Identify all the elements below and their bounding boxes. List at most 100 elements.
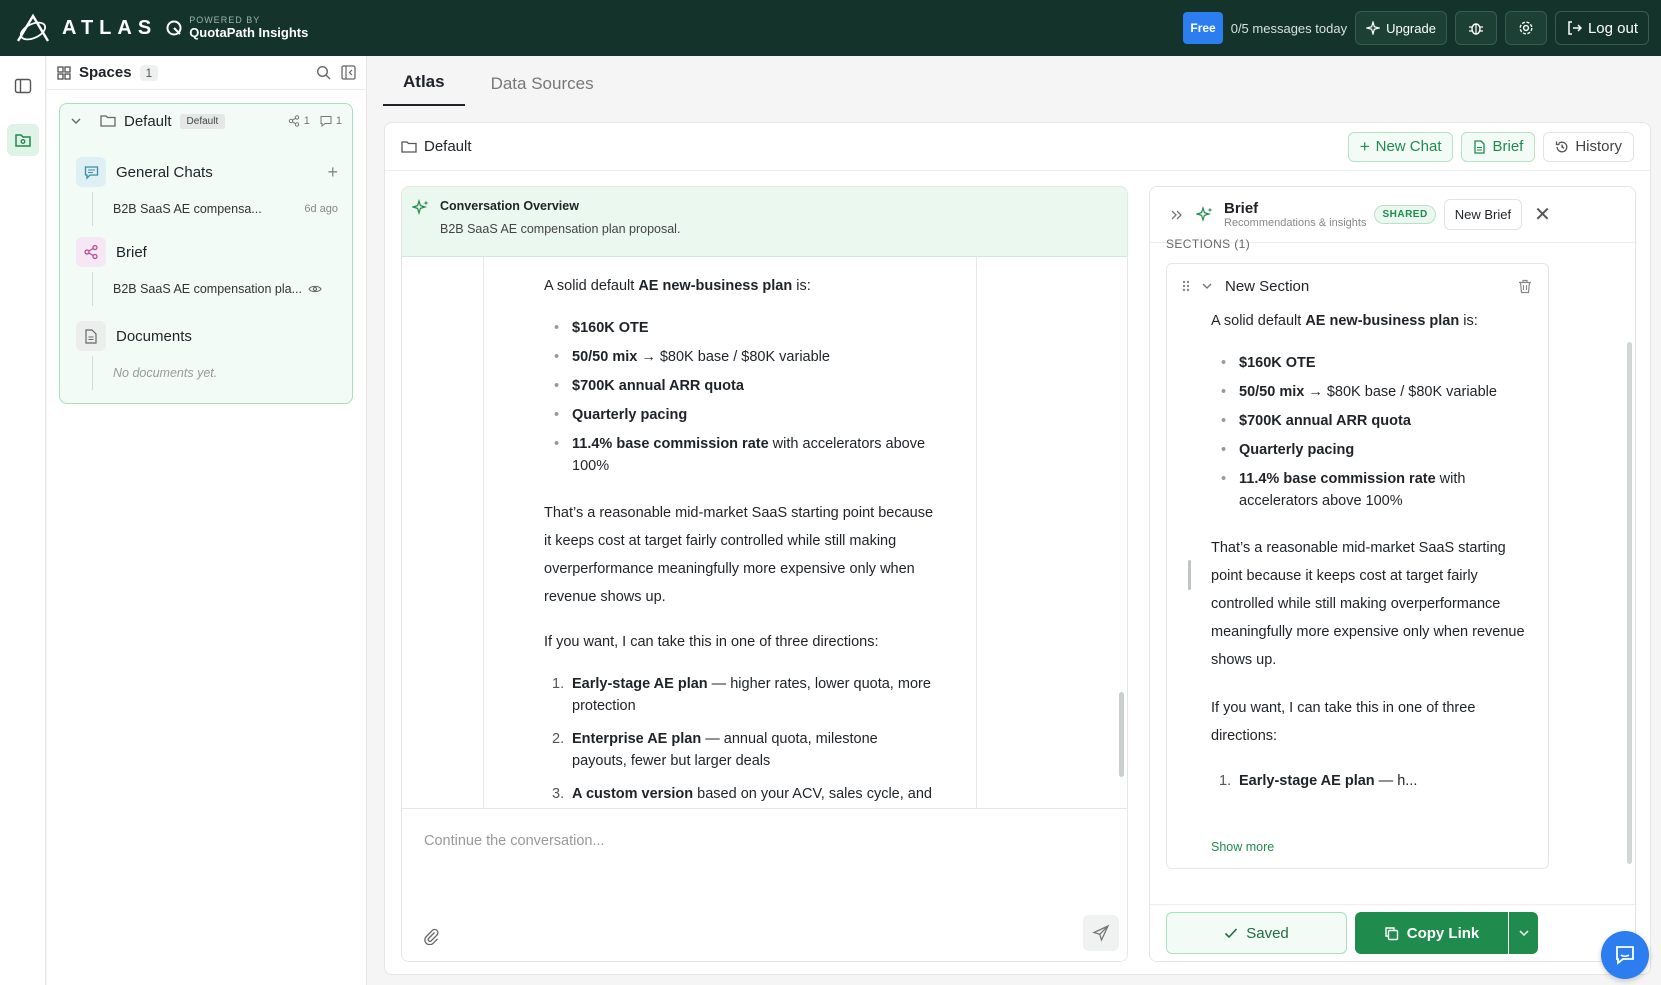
documents-header[interactable]: Documents xyxy=(76,316,338,356)
shared-badge: SHARED xyxy=(1374,205,1436,224)
message-list[interactable]: A solid default AE new-business plan is:… xyxy=(402,257,1127,808)
settings-button[interactable] xyxy=(1504,11,1547,45)
space-name: Default xyxy=(124,112,172,130)
folder-icon xyxy=(15,134,31,147)
top-bar: ATLAS POWERED BY QuotaPath Insights Free… xyxy=(0,0,1661,56)
chevron-down-icon[interactable] xyxy=(1201,280,1213,292)
plus-icon: + xyxy=(1359,136,1370,156)
folder-open-icon xyxy=(100,115,116,127)
send-button[interactable] xyxy=(1083,915,1119,951)
list-item: $160K OTE xyxy=(544,317,936,339)
share-count: 1 xyxy=(303,115,310,127)
spaces-sidebar: Spaces 1 Default Default 1 1 General Cha… xyxy=(47,56,367,985)
expand-icon[interactable] xyxy=(1170,208,1184,222)
conversation-overview: Conversation Overview B2B SaaS AE compen… xyxy=(402,187,1127,257)
atlas-logo[interactable]: ATLAS xyxy=(14,13,157,43)
space-header[interactable]: Default Default 1 1 xyxy=(60,104,352,138)
plan-badge: Free xyxy=(1183,12,1223,44)
section-content: A solid default AE new-business plan is:… xyxy=(1211,310,1528,792)
add-chat-icon[interactable]: + xyxy=(327,162,338,183)
chat-scrollbar[interactable] xyxy=(1119,692,1124,777)
list-item: 1. Early-stage AE plan — higher rates, lo… xyxy=(552,676,931,714)
copy-link-button[interactable]: Copy Link xyxy=(1355,912,1508,954)
chat-pane: Conversation Overview B2B SaaS AE compen… xyxy=(401,186,1128,962)
history-icon xyxy=(1556,141,1568,152)
list-item: $700K annual ARR quota xyxy=(1211,410,1528,432)
spaces-title: Spaces xyxy=(79,64,132,81)
message-count: 0/5 messages today xyxy=(1230,20,1348,36)
upgrade-button[interactable]: Upgrade xyxy=(1355,11,1447,45)
document-icon xyxy=(1474,139,1486,154)
main-area: Atlas Data Sources Default + New Chat Br… xyxy=(367,56,1661,985)
section-reason: That’s a reasonable mid-market SaaS star… xyxy=(1211,540,1525,668)
copy-options-dropdown[interactable] xyxy=(1509,912,1538,954)
saved-button[interactable]: Saved xyxy=(1166,912,1347,954)
composer: Continue the conversation... xyxy=(402,808,1127,961)
pane-resize-handle[interactable] xyxy=(1188,560,1191,590)
section-intro: A solid default AE new-business plan is: xyxy=(1211,313,1478,329)
directions-intro: If you want, I can take this in one of t… xyxy=(544,634,879,650)
bug-report-button[interactable] xyxy=(1454,11,1497,45)
list-item: 1. Early-stage AE plan — h... xyxy=(1219,773,1418,789)
grid-icon xyxy=(57,65,71,80)
comment-icon xyxy=(320,116,332,127)
brief-subtitle: Recommendations & insights xyxy=(1224,216,1367,229)
close-icon[interactable]: ✕ xyxy=(1534,202,1551,227)
section-bullets: $160K OTE 50/50 mix → $80K base / $80K v… xyxy=(1211,352,1528,512)
new-brief-button[interactable]: New Brief xyxy=(1443,199,1523,230)
message-input[interactable]: Continue the conversation... xyxy=(424,833,605,849)
check-icon xyxy=(1225,928,1238,939)
brief-scrollbar[interactable] xyxy=(1627,342,1632,864)
paperclip-icon[interactable] xyxy=(422,927,440,945)
overview-title: Conversation Overview xyxy=(440,199,579,213)
chat-count: 1 xyxy=(335,115,342,127)
space-card-default: Default Default 1 1 General Chats + B2B … xyxy=(59,103,353,404)
list-item: 2. Enterprise AE plan — annual quota, mil… xyxy=(552,731,878,769)
brief-footer: Saved Copy Link xyxy=(1150,904,1635,961)
section-name[interactable]: New Section xyxy=(1225,278,1309,295)
brief-button[interactable]: Brief xyxy=(1461,131,1536,162)
bug-icon xyxy=(1468,23,1483,35)
support-chat-button[interactable] xyxy=(1601,931,1649,979)
chevron-down-icon xyxy=(1518,930,1529,937)
list-item: 11.4% base commission rate with accelera… xyxy=(1211,468,1528,512)
collapse-panel-icon[interactable] xyxy=(341,65,356,80)
message-intro: A solid default AE new-business plan is: xyxy=(544,278,811,294)
chat-age: 6d ago xyxy=(304,203,338,215)
logout-button[interactable]: Log out xyxy=(1554,11,1649,45)
brand-name: QuotaPath Insights xyxy=(189,24,309,40)
list-item: 11.4% base commission rate with accelera… xyxy=(544,433,936,477)
documents-label: Documents xyxy=(116,327,192,345)
gear-icon xyxy=(1519,21,1533,35)
panel-title: Default xyxy=(424,138,472,155)
spaces-nav-button[interactable] xyxy=(7,124,39,156)
trash-icon[interactable] xyxy=(1518,279,1532,294)
tab-data-sources[interactable]: Data Sources xyxy=(471,74,614,106)
drag-handle-icon[interactable] xyxy=(1181,279,1191,293)
documents-empty: No documents yet. xyxy=(92,356,338,390)
directions-list: 1. Early-stage AE plan — higher rates, lo… xyxy=(544,673,936,808)
toggle-sidebar-button[interactable] xyxy=(7,70,39,102)
brief-list-item[interactable]: B2B SaaS AE compensation pla... xyxy=(92,272,338,306)
list-item: 3. A custom version based on your ACV, sa… xyxy=(552,786,933,802)
chat-icon xyxy=(76,157,106,187)
chat-list-item[interactable]: B2B SaaS AE compensa... 6d ago xyxy=(92,192,338,226)
search-icon[interactable] xyxy=(316,65,331,80)
chevron-down-icon[interactable] xyxy=(70,115,82,127)
atlas-logo-icon xyxy=(16,13,50,42)
spaces-count: 1 xyxy=(139,64,159,81)
list-item: 50/50 mix → $80K base / $80K variable xyxy=(544,346,936,368)
sparkles-icon xyxy=(412,199,429,216)
share-nodes-icon xyxy=(76,237,106,267)
history-button[interactable]: History xyxy=(1543,131,1634,162)
new-chat-button[interactable]: + New Chat xyxy=(1347,131,1454,162)
tab-atlas[interactable]: Atlas xyxy=(383,72,465,106)
chat-bubble-icon xyxy=(1616,946,1634,965)
list-item: Quarterly pacing xyxy=(1211,439,1528,461)
folder-icon xyxy=(401,140,417,153)
brief-group-header[interactable]: Brief xyxy=(76,232,338,272)
assistant-message: A solid default AE new-business plan is:… xyxy=(483,257,977,808)
list-item: Quarterly pacing xyxy=(544,404,936,426)
show-more-link[interactable]: Show more xyxy=(1211,840,1274,854)
general-chats-header[interactable]: General Chats + xyxy=(76,152,338,192)
